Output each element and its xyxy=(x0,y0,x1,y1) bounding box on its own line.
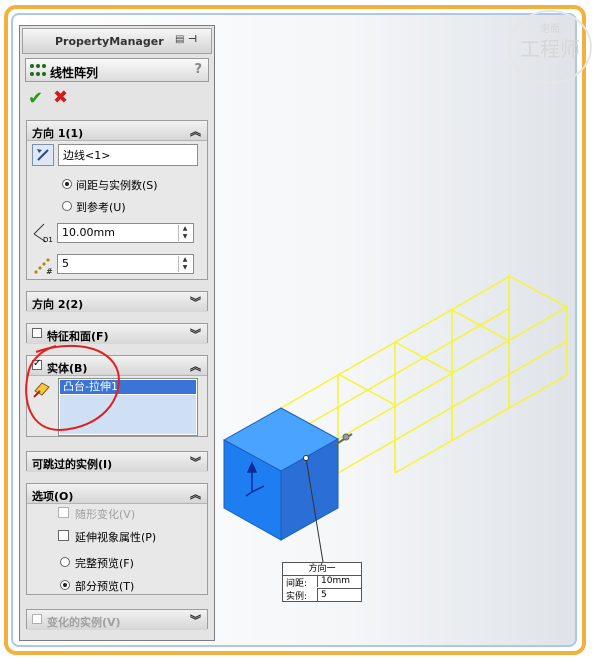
red-annotation-circle xyxy=(25,344,120,432)
